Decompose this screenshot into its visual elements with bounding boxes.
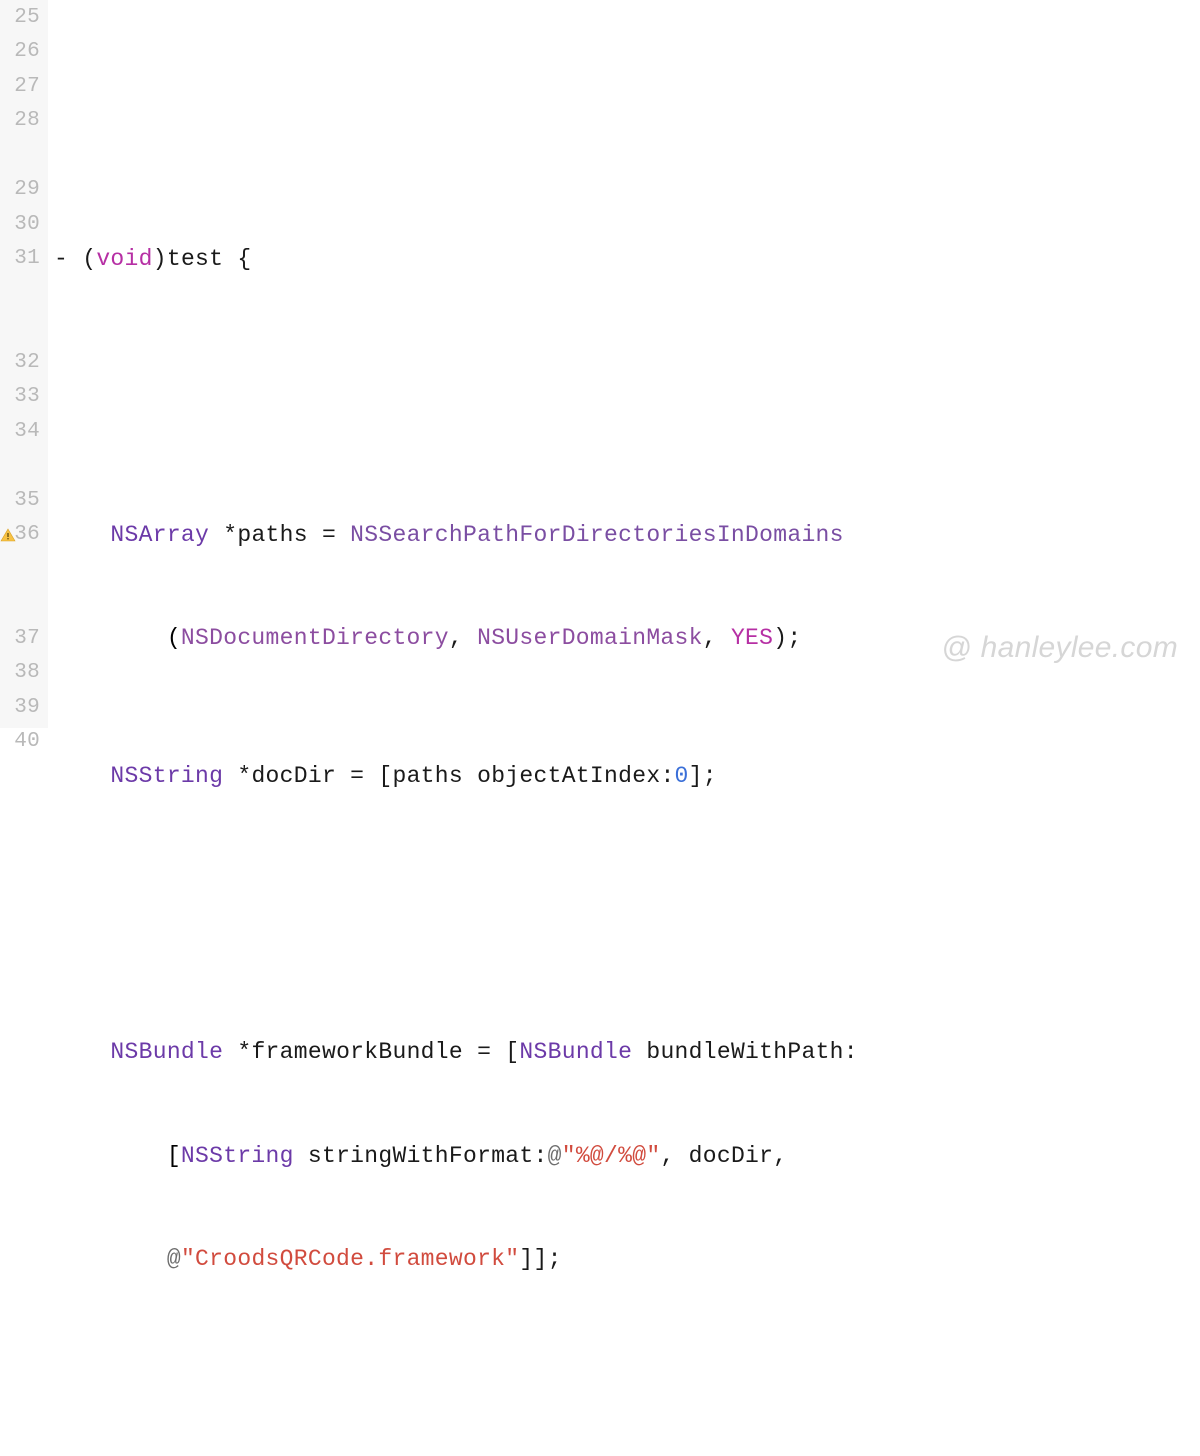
code-line[interactable] (54, 104, 1200, 139)
line-number: 33 (4, 380, 40, 415)
line-number: 35 (4, 483, 40, 518)
code-line-wrap[interactable]: @"CroodsQRCode.framework"]]; (54, 1242, 1200, 1277)
line-number: 34 (4, 414, 40, 449)
line-number: 40 (4, 725, 40, 760)
code-line[interactable]: NSString *docDir = [paths objectAtIndex:… (54, 759, 1200, 794)
line-wrap (4, 311, 40, 346)
code-line[interactable] (54, 380, 1200, 415)
line-number: 30 (4, 207, 40, 242)
line-number: 39 (4, 690, 40, 725)
code-line-wrap[interactable]: (NSDocumentDirectory, NSUserDomainMask, … (54, 621, 1200, 656)
line-number: 28 (4, 104, 40, 139)
line-number-gutter: 25 26 27 28 29 30 31 32 33 34 35 36 37 3… (0, 0, 48, 728)
line-number: 37 (4, 621, 40, 656)
line-number: 32 (4, 345, 40, 380)
line-wrap (4, 276, 40, 311)
code-editor[interactable]: - (void)test { NSArray *paths = NSSearch… (48, 0, 1200, 728)
line-number: 27 (4, 69, 40, 104)
line-number: 29 (4, 173, 40, 208)
code-line[interactable] (54, 1380, 1200, 1415)
line-wrap (4, 552, 40, 587)
line-wrap (4, 587, 40, 622)
line-wrap (4, 138, 40, 173)
line-number: 38 (4, 656, 40, 691)
line-wrap (4, 449, 40, 484)
line-number: 25 (4, 0, 40, 35)
warning-icon (0, 528, 16, 542)
line-number: 31 (4, 242, 40, 277)
code-line[interactable]: NSBundle *frameworkBundle = [NSBundle bu… (54, 1035, 1200, 1070)
code-line[interactable] (54, 897, 1200, 932)
code-line-wrap[interactable]: [NSString stringWithFormat:@"%@/%@", doc… (54, 1139, 1200, 1174)
code-line[interactable]: - (void)test { (54, 242, 1200, 277)
code-line[interactable]: NSArray *paths = NSSearchPathForDirector… (54, 518, 1200, 553)
line-number: 36 (4, 518, 40, 553)
line-number: 26 (4, 35, 40, 70)
